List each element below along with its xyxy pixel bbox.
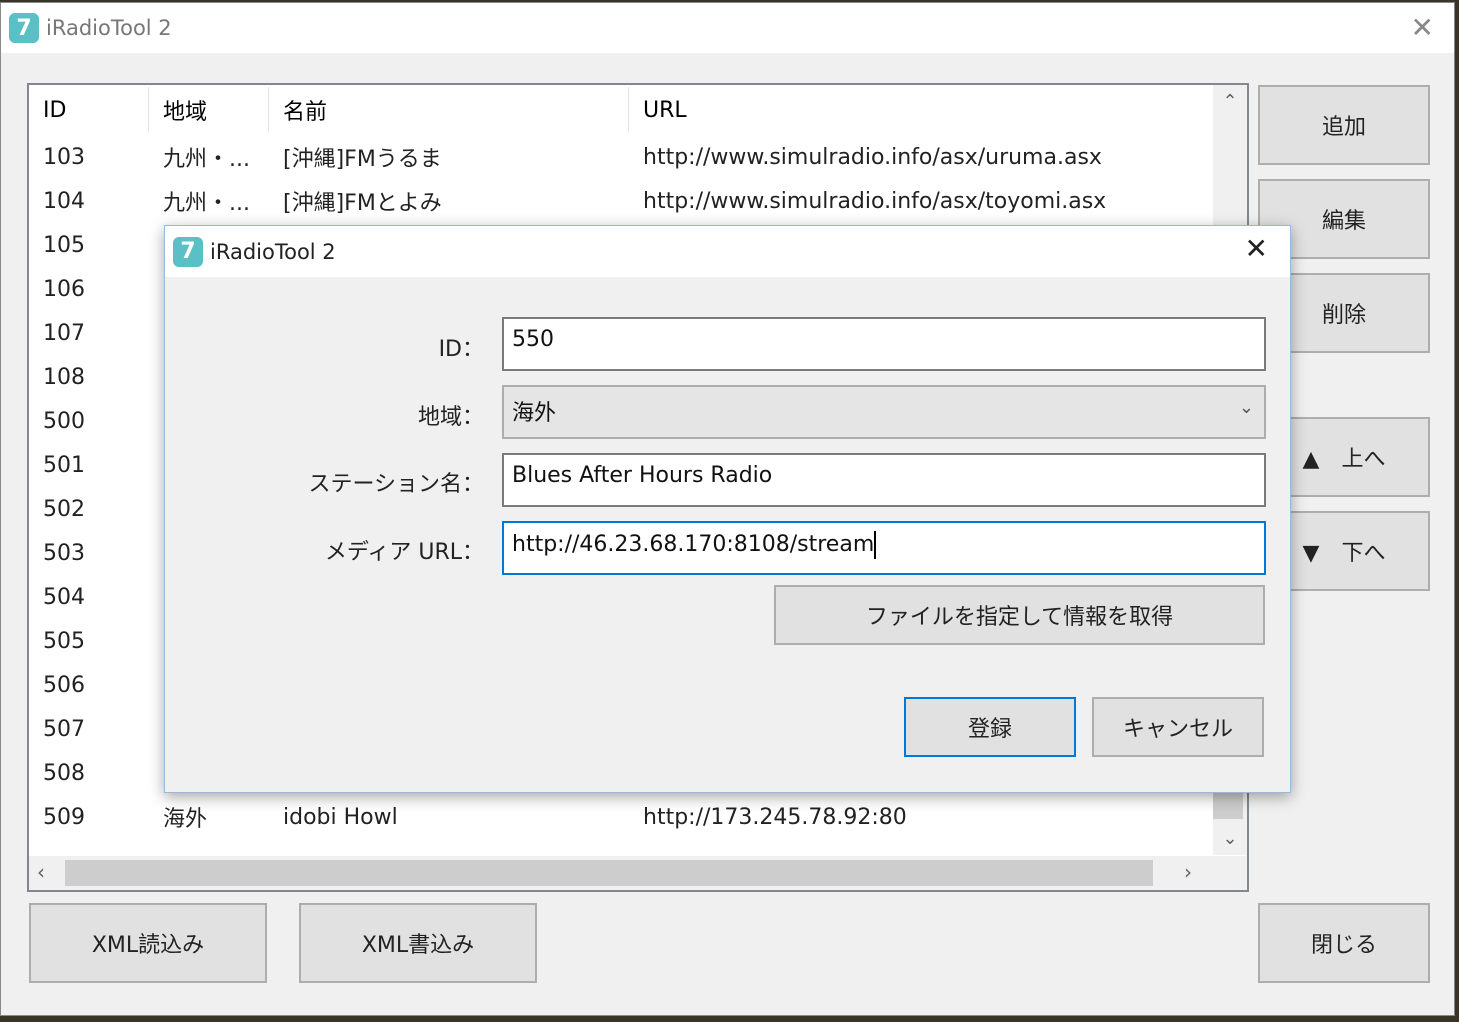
cell-id: 106 — [43, 276, 85, 302]
cell-url: http://www.simulradio.info/asx/toyomi.as… — [643, 188, 1107, 214]
app-icon: 7 — [173, 236, 203, 267]
cell-region: 九州・... — [163, 191, 250, 216]
dialog-close-icon[interactable]: ✕ — [1245, 232, 1268, 265]
register-button[interactable]: 登録 — [904, 697, 1076, 757]
cell-name: [沖縄]FMうるま — [283, 147, 442, 172]
column-header-name[interactable]: 名前 — [269, 87, 629, 133]
cell-id: 107 — [43, 320, 85, 346]
cell-name: [沖縄]FMとよみ — [283, 191, 442, 216]
vertical-scroll-thumb[interactable] — [1213, 791, 1243, 819]
dialog-title: iRadioTool 2 — [210, 239, 336, 264]
column-header-url[interactable]: URL — [629, 87, 1209, 133]
table-row[interactable]: 509 海外 idobi Howl http://173.245.78.92:80 — [29, 795, 907, 839]
cell-region: 海外 — [163, 807, 208, 832]
app-icon: 7 — [9, 13, 39, 43]
cell-url: http://www.simulradio.info/asx/uruma.asx — [643, 144, 1102, 170]
scroll-up-icon[interactable]: ⌃ — [1213, 91, 1247, 112]
horizontal-scrollbar[interactable]: ‹ › — [29, 856, 1247, 890]
scroll-right-icon[interactable]: › — [1184, 860, 1192, 884]
xml-write-button[interactable]: XML書込み — [299, 903, 537, 983]
scroll-left-icon[interactable]: ‹ — [37, 860, 45, 884]
scroll-down-icon[interactable]: ⌄ — [1213, 828, 1247, 849]
station-name-field[interactable]: Blues After Hours Radio — [502, 453, 1266, 507]
title-bar: 7 iRadioTool 2 ✕ — [1, 3, 1454, 53]
cell-id: 108 — [43, 364, 85, 390]
cell-id: 104 — [43, 188, 85, 214]
cell-id: 503 — [43, 540, 85, 566]
media-url-value: http://46.23.68.170:8108/stream — [512, 532, 875, 557]
column-header-id[interactable]: ID — [29, 87, 149, 133]
column-header-region[interactable]: 地域 — [149, 87, 269, 133]
table-row[interactable]: 104 九州・... [沖縄]FMとよみ http://www.simulradio.… — [29, 179, 1106, 223]
station-name-label: ステーション名： — [308, 472, 484, 497]
cell-id: 505 — [43, 628, 85, 654]
dialog-title-bar: 7 iRadioTool 2 ✕ — [165, 226, 1290, 277]
cell-name: idobi Howl — [283, 804, 398, 830]
fetch-info-from-file-button[interactable]: ファイルを指定して情報を取得 — [774, 585, 1265, 645]
cell-id: 506 — [43, 672, 85, 698]
table-row[interactable]: 103 九州・... [沖縄]FMうるま http://www.simulradio.… — [29, 135, 1102, 179]
cell-id: 509 — [43, 804, 85, 830]
region-label: 地域： — [417, 405, 484, 430]
cell-id: 507 — [43, 716, 85, 742]
add-button[interactable]: 追加 — [1258, 85, 1430, 165]
cell-id: 504 — [43, 584, 85, 610]
horizontal-scroll-thumb[interactable] — [65, 860, 1153, 886]
media-url-field[interactable]: http://46.23.68.170:8108/stream — [502, 521, 1266, 575]
list-header: ID 地域 名前 URL — [29, 85, 1209, 135]
close-icon[interactable]: ✕ — [1411, 11, 1434, 44]
window-title: iRadioTool 2 — [46, 16, 172, 40]
region-select[interactable]: 海外 ⌄ — [502, 385, 1266, 439]
region-selected-value: 海外 — [512, 401, 557, 426]
cell-id: 500 — [43, 408, 85, 434]
id-field[interactable]: 550 — [502, 317, 1266, 371]
xml-read-button[interactable]: XML読込み — [29, 903, 267, 983]
close-button[interactable]: 閉じる — [1258, 903, 1430, 983]
cell-id: 105 — [43, 232, 85, 258]
cell-id: 103 — [43, 144, 85, 170]
text-caret — [874, 531, 877, 559]
media-url-label: メディア URL： — [324, 540, 484, 565]
id-label: ID： — [438, 337, 484, 362]
chevron-down-icon: ⌄ — [1238, 397, 1254, 418]
cell-url: http://173.245.78.92:80 — [643, 804, 907, 830]
cell-id: 501 — [43, 452, 85, 478]
cell-id: 502 — [43, 496, 85, 522]
cell-region: 九州・... — [163, 147, 250, 172]
edit-station-dialog: 7 iRadioTool 2 ✕ ID： 550 地域： 海外 ⌄ ステーション… — [164, 225, 1291, 793]
cell-id: 508 — [43, 760, 85, 786]
cancel-button[interactable]: キャンセル — [1092, 697, 1264, 757]
